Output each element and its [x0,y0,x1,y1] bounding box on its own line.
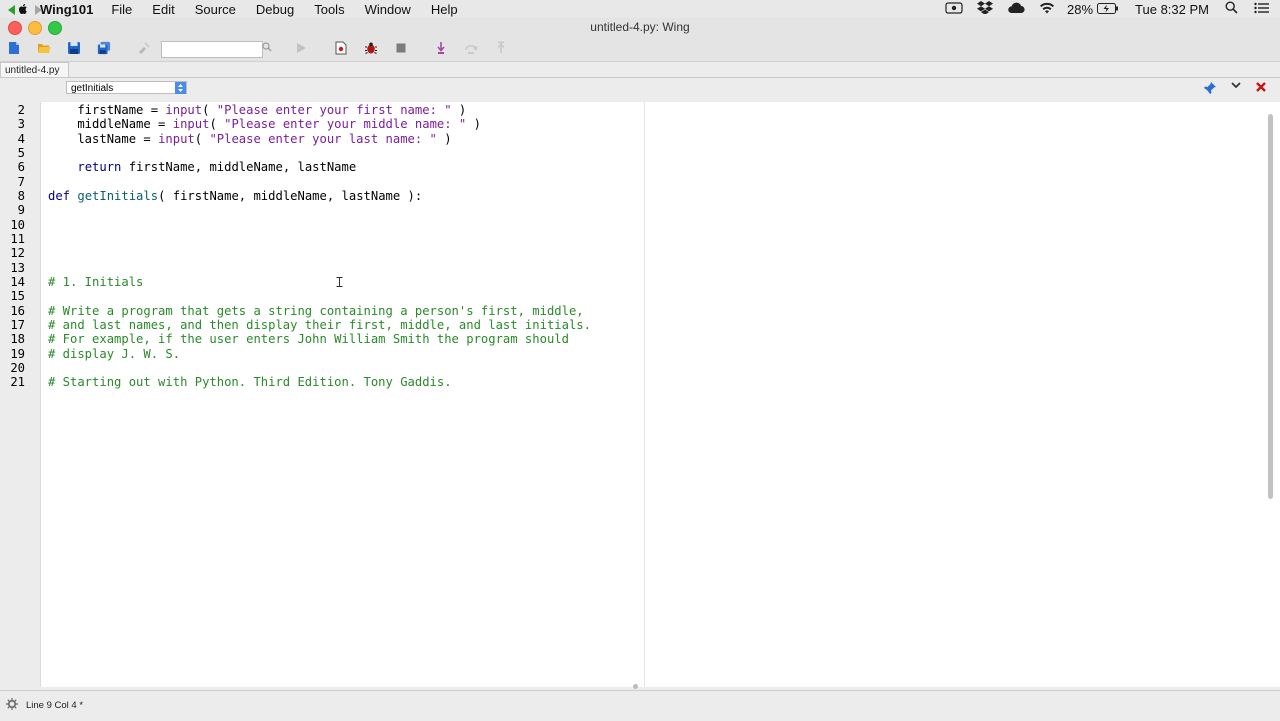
history-forward-icon[interactable] [33,5,43,18]
menu-window[interactable]: Window [365,2,411,17]
settings-gear-icon[interactable] [6,698,18,713]
right-margin-guide [644,102,645,687]
line-number: 16 [10,304,25,318]
battery-icon[interactable] [1097,2,1119,17]
wifi-icon[interactable] [1039,2,1055,17]
toolbar-search-input[interactable] [161,41,263,58]
pin-icon[interactable] [1204,82,1216,97]
code-line[interactable]: firstName = input( "Please enter your fi… [48,103,466,117]
code-line[interactable]: # Starting out with Python. Third Editio… [48,375,452,389]
step-into-icon[interactable] [434,41,448,55]
line-number: 2 [17,103,25,117]
line-number-gutter: 2 3 4 5 6 7 8 9 10 11 12 13 14 15 16 17 … [0,102,41,687]
line-number: 12 [10,246,25,260]
vertical-scrollbar[interactable] [1268,114,1273,499]
step-out-icon[interactable] [494,41,508,55]
line-number: 11 [10,232,25,246]
line-number: 15 [10,289,25,303]
line-number: 3 [17,117,25,131]
menu-source[interactable]: Source [195,2,236,17]
scope-dropdown-value: getInitials [71,83,114,94]
debug-file-icon[interactable] [334,41,348,55]
menu-help[interactable]: Help [431,2,458,17]
line-number: 6 [17,160,25,174]
chevron-updown-icon [175,82,186,94]
code-line[interactable]: # 1. Initials [48,275,143,289]
code-line[interactable]: # Write a program that gets a string con… [48,304,584,318]
line-number: 7 [17,175,25,189]
window-title: untitled-4.py: Wing [590,20,690,34]
spotlight-search-icon[interactable] [1225,1,1238,17]
history-back-icon[interactable] [7,5,17,18]
code-line[interactable]: middleName = input( "Please enter your m… [48,117,481,131]
menu-debug[interactable]: Debug [256,2,294,17]
line-number: 8 [17,189,25,203]
line-number: 20 [10,361,25,375]
step-over-icon[interactable] [464,41,478,55]
line-number: 17 [10,318,25,332]
code-line[interactable]: # For example, if the user enters John W… [48,332,569,346]
battery-percent: 28% [1067,1,1094,17]
close-editor-icon[interactable] [1255,80,1267,96]
save-icon[interactable] [67,41,81,55]
line-number: 18 [10,332,25,346]
menu-tools[interactable]: Tools [314,2,344,17]
menu-clock[interactable]: Tue 8:32 PM [1135,2,1209,17]
dropbox-icon[interactable] [977,1,994,17]
line-number: 13 [10,261,25,275]
line-number: 4 [17,132,25,146]
open-folder-icon[interactable] [37,41,51,55]
menu-bar: Wing101 File Edit Source Debug Tools Win… [0,0,1280,18]
run-icon[interactable] [294,41,308,55]
scope-dropdown[interactable]: getInitials [66,81,187,94]
line-number: 10 [10,218,25,232]
line-number: 19 [10,347,25,361]
cloud-icon[interactable] [1007,2,1025,17]
tab-untitled-4-py[interactable]: untitled-4.py [0,62,69,77]
cursor-position-status: Line 9 Col 4 * [26,700,84,711]
options-menu-icon[interactable] [1230,80,1242,93]
indent-tool-icon[interactable] [137,41,151,55]
menu-edit[interactable]: Edit [152,2,174,17]
stop-icon[interactable] [394,41,408,55]
menu-file[interactable]: File [111,2,132,17]
code-line[interactable]: # and last names, and then display their… [48,318,591,332]
line-number: 5 [17,146,25,160]
editor-nav-bar [0,78,1280,100]
save-all-icon[interactable] [97,41,111,55]
line-number: 14 [10,275,25,289]
code-line[interactable]: return firstName, middleName, lastName [48,160,356,174]
status-bar: Line 9 Col 4 * [0,690,1280,721]
line-number: 21 [10,375,25,389]
app-name-menu[interactable]: Wing101 [40,2,93,17]
code-line[interactable]: # display J. W. S. [48,347,180,361]
new-file-icon[interactable] [7,41,21,55]
notification-center-icon[interactable] [1254,2,1270,17]
screen-record-icon[interactable] [945,1,963,17]
debug-bug-icon[interactable] [364,41,378,55]
code-line[interactable]: lastName = input( "Please enter your las… [48,132,451,146]
search-icon[interactable] [262,42,272,55]
code-editor[interactable]: 2 3 4 5 6 7 8 9 10 11 12 13 14 15 16 17 … [0,102,1280,687]
splitter-handle[interactable] [633,684,638,689]
line-number: 9 [17,203,25,217]
text-cursor-icon [336,277,343,290]
code-line[interactable]: def getInitials( firstName, middleName, … [48,189,422,203]
apple-menu-icon[interactable] [16,2,30,16]
